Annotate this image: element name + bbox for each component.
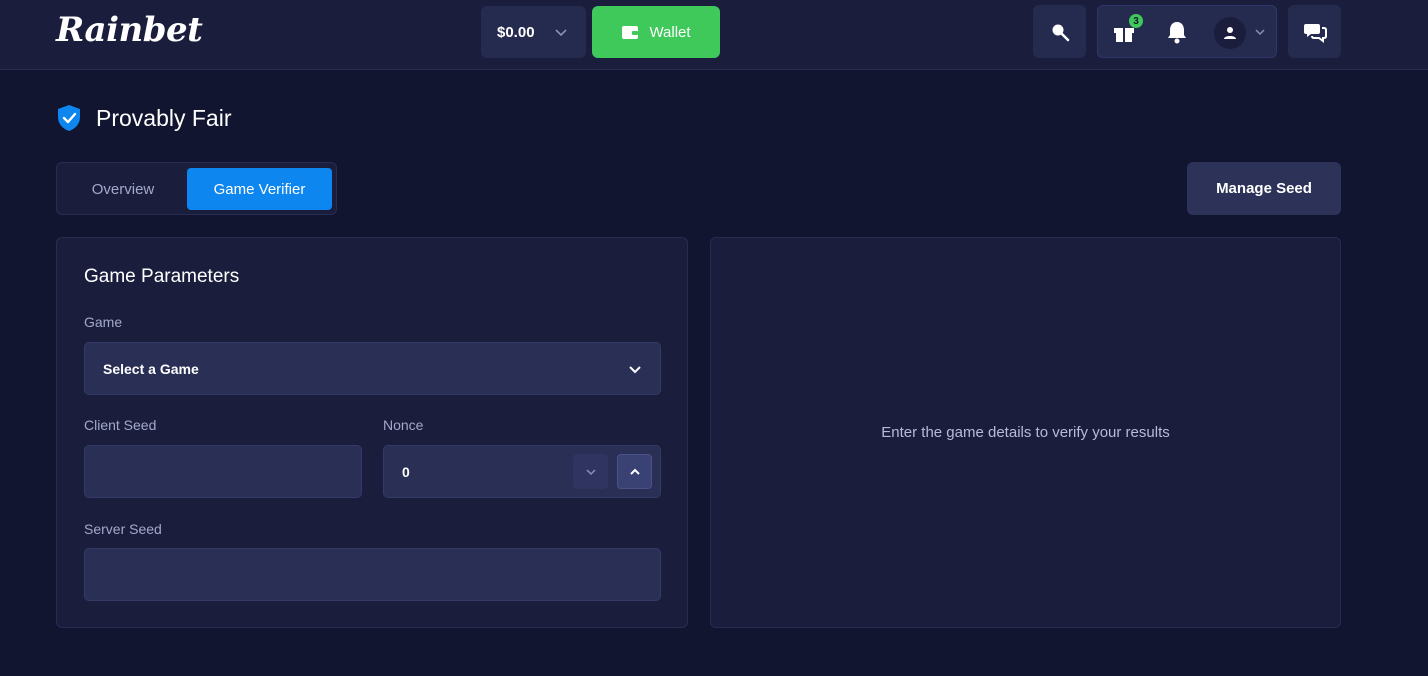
search-icon [1052,24,1069,41]
game-select-value: Select a Game [103,360,199,377]
wallet-icon [622,26,639,39]
rainbet-logo[interactable]: Rainbet [56,10,203,50]
chat-icon [1303,23,1327,43]
page-title: Provably Fair [96,104,232,131]
chat-button[interactable] [1288,5,1341,58]
nonce-increment-button[interactable] [617,454,652,489]
balance-dropdown[interactable]: $0.00 [481,6,586,58]
shield-check-icon [58,105,80,131]
nonce-input[interactable]: 0 [383,445,661,498]
server-seed-label: Server Seed [84,521,162,537]
rewards-badge: 3 [1129,14,1143,28]
results-panel: Enter the game details to verify your re… [710,237,1341,628]
chevron-down-icon[interactable] [1254,26,1266,38]
wallet-button[interactable]: Wallet [592,6,720,58]
bell-icon[interactable] [1166,20,1188,44]
game-label: Game [84,314,123,330]
results-hint: Enter the game details to verify your re… [881,424,1170,441]
chevron-down-icon [585,468,596,475]
page-header: Provably Fair [56,104,231,132]
user-actions-group: 3 [1097,5,1277,58]
nonce-decrement-button[interactable] [573,454,608,489]
tab-overview[interactable]: Overview [62,168,184,210]
chevron-up-icon [629,468,640,475]
top-bar: Rainbet $0.00 Wallet 3 [0,0,1428,70]
wallet-label: Wallet [649,23,691,41]
nonce-label: Nonce [383,417,424,433]
nonce-value: 0 [402,463,410,480]
game-select[interactable]: Select a Game [84,342,661,395]
tab-game-verifier[interactable]: Game Verifier [187,168,332,210]
panel-title: Game Parameters [84,266,240,287]
game-parameters-panel: Game Parameters Game Select a Game Clien… [56,237,688,628]
client-seed-input[interactable] [84,445,362,498]
client-seed-label: Client Seed [84,417,157,433]
user-icon [1224,27,1236,39]
server-seed-input[interactable] [84,548,661,601]
avatar[interactable] [1214,17,1246,49]
tab-bar: Overview Game Verifier [56,162,337,215]
chevron-down-icon [629,366,641,374]
search-button[interactable] [1033,5,1086,58]
manage-seed-button[interactable]: Manage Seed [1187,162,1341,215]
chevron-down-icon [555,29,567,37]
balance-value: $0.00 [497,23,535,41]
